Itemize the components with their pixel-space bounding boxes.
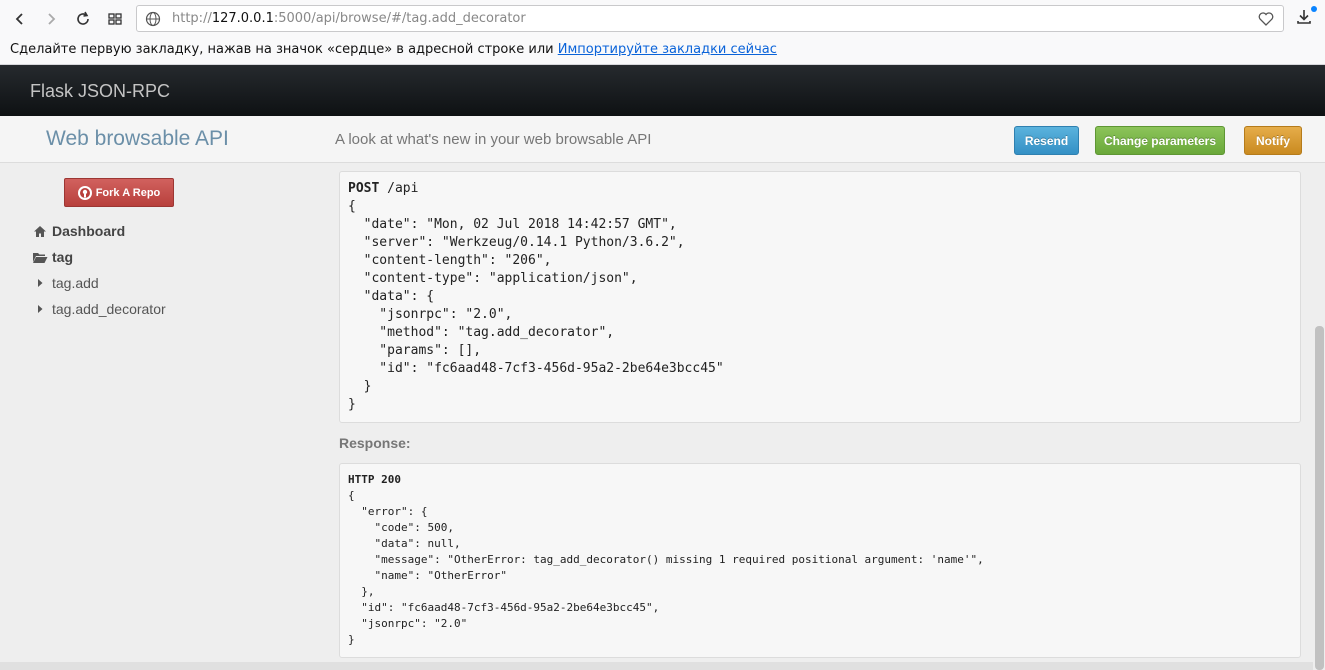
- github-icon: [77, 185, 92, 200]
- response-status: HTTP 200: [348, 473, 401, 486]
- sidebar-item-tag-add-decorator[interactable]: tag.add_decorator: [32, 301, 166, 317]
- notify-button[interactable]: Notify: [1244, 126, 1302, 155]
- browser-toolbar: http://127.0.0.1:5000/api/browse/#/tag.a…: [0, 0, 1325, 37]
- resend-button[interactable]: Resend: [1014, 126, 1079, 155]
- grid-icon: [108, 13, 122, 25]
- home-icon: [32, 225, 48, 238]
- library-button[interactable]: [104, 8, 126, 30]
- request-panel: POST /api { "date": "Mon, 02 Jul 2018 14…: [339, 171, 1301, 423]
- url-prefix: http://: [172, 11, 212, 26]
- caret-right-icon: [32, 278, 48, 288]
- download-icon[interactable]: [1295, 8, 1313, 26]
- forward-button[interactable]: [40, 8, 62, 30]
- forward-arrow-icon: [48, 13, 56, 25]
- import-bookmarks-link[interactable]: Импортируйте закладки сейчас: [558, 42, 777, 57]
- back-button[interactable]: [9, 8, 31, 30]
- request-method: POST: [348, 181, 380, 196]
- folder-open-icon: [32, 251, 48, 264]
- reload-button[interactable]: [72, 8, 94, 30]
- brand[interactable]: Flask JSON-RPC: [30, 81, 170, 102]
- url-host: 127.0.0.1: [211, 11, 274, 26]
- heart-icon[interactable]: [1257, 10, 1275, 28]
- navbar: Flask JSON-RPC: [0, 65, 1325, 116]
- sidebar-item-label: tag.add_decorator: [52, 301, 166, 317]
- sidebar-item-dashboard[interactable]: Dashboard: [32, 223, 125, 239]
- response-label: Response:: [339, 435, 411, 451]
- bookmarks-bar: Сделайте первую закладку, нажав на значо…: [0, 37, 1325, 65]
- url-text[interactable]: http://127.0.0.1:5000/api/browse/#/tag.a…: [172, 11, 526, 26]
- globe-icon: [145, 11, 161, 27]
- caret-right-icon: [32, 304, 48, 314]
- sidebar-item-tag-add[interactable]: tag.add: [32, 275, 99, 291]
- back-arrow-icon: [15, 13, 23, 25]
- page-title: Web browsable API: [46, 127, 229, 150]
- change-parameters-button[interactable]: Change parameters: [1095, 126, 1225, 155]
- sidebar-item-label: Dashboard: [52, 223, 126, 239]
- scrollbar-thumb[interactable]: [1315, 326, 1324, 670]
- download-indicator: [1311, 6, 1317, 12]
- page-header: Web browsable API A look at what's new i…: [0, 116, 1325, 163]
- sidebar-item-label: tag: [52, 249, 73, 265]
- fork-repo-button[interactable]: Fork A Repo: [64, 178, 174, 207]
- fork-repo-label: Fork A Repo: [95, 186, 161, 199]
- sidebar-item-label: tag.add: [52, 275, 99, 291]
- request-body: { "date": "Mon, 02 Jul 2018 14:42:57 GMT…: [348, 199, 724, 412]
- sidebar-item-tag[interactable]: tag: [32, 249, 73, 265]
- bottom-strip: [0, 662, 1313, 670]
- bookmark-message: Сделайте первую закладку, нажав на значо…: [10, 42, 558, 57]
- response-panel: HTTP 200 { "error": { "code": 500, "data…: [339, 463, 1301, 658]
- address-bar[interactable]: http://127.0.0.1:5000/api/browse/#/tag.a…: [136, 5, 1284, 32]
- url-rest: :5000/api/browse/#/tag.add_decorator: [273, 11, 526, 26]
- reload-icon: [77, 11, 89, 25]
- request-path: /api: [379, 181, 419, 196]
- page-subtitle: A look at what's new in your web browsab…: [335, 131, 652, 148]
- response-body: { "error": { "code": 500, "data": null, …: [348, 489, 984, 646]
